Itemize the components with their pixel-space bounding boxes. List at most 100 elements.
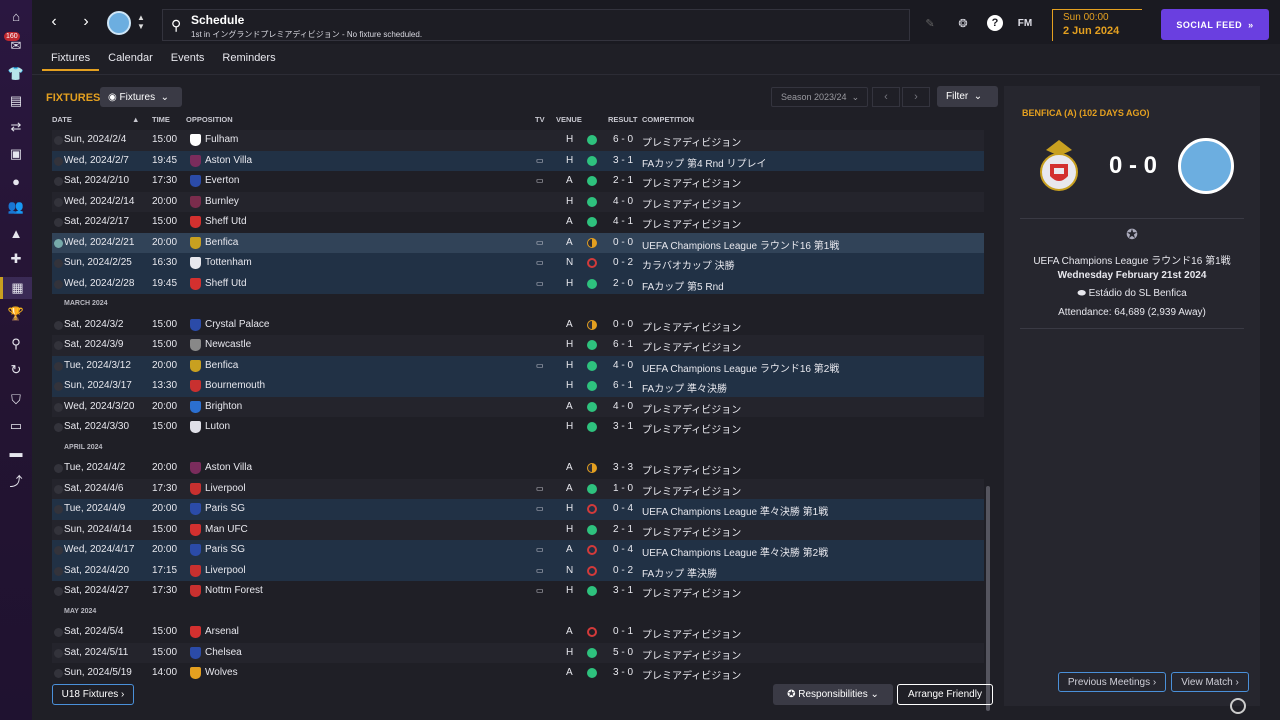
table-row[interactable]: Sat, 2024/5/11 15:00 Chelsea H 5 - 0 プレミアディビジ…: [52, 642, 984, 663]
club-badge-icon[interactable]: [107, 11, 131, 35]
row-select-dot[interactable]: [54, 423, 63, 432]
fixture-opposition[interactable]: Newcastle: [205, 339, 251, 350]
arrange-friendly-button[interactable]: Arrange Friendly: [897, 684, 993, 705]
row-select-dot[interactable]: [54, 628, 63, 637]
fixture-opposition[interactable]: Luton: [205, 421, 230, 432]
fixture-opposition[interactable]: Sheff Utd: [205, 278, 247, 289]
table-row[interactable]: Sat, 2024/4/6 17:30 Liverpool ▭ A 1 - 0 プレミアディ…: [52, 478, 984, 499]
table-row[interactable]: Wed, 2024/2/14 20:00 Burnley H 4 - 0 プレミアディビジ…: [52, 191, 984, 212]
col-venue[interactable]: VENUE: [556, 115, 582, 124]
u18-fixtures-button[interactable]: U18 Fixtures ›: [52, 684, 134, 705]
medical-icon[interactable]: ✚: [6, 249, 26, 269]
col-result[interactable]: RESULT: [608, 115, 637, 124]
game-date[interactable]: Sun 00:00 2 Jun 2024: [1052, 9, 1142, 41]
row-select-dot[interactable]: [54, 197, 63, 207]
schedule-icon[interactable]: ▦: [0, 277, 32, 299]
award-icon[interactable]: ❂: [955, 15, 971, 31]
fixture-opposition[interactable]: Arsenal: [205, 626, 239, 637]
status-ring-icon[interactable]: [1230, 698, 1246, 714]
fixture-opposition[interactable]: Fulham: [205, 134, 238, 145]
fixture-opposition[interactable]: Liverpool: [205, 483, 246, 494]
row-select-dot[interactable]: [54, 361, 63, 371]
table-row[interactable]: Sat, 2024/2/10 17:30 Everton ▭ A 2 - 1 プレミアディビ…: [52, 171, 984, 192]
table-row[interactable]: Sat, 2024/4/27 17:30 Nottm Forest ▭ H 3 - 1 プレ…: [52, 581, 984, 602]
table-row[interactable]: Sun, 2024/2/25 16:30 Tottenham ▭ N 0 - 2 カラバオカ…: [52, 253, 984, 274]
col-time[interactable]: TIME: [152, 115, 170, 124]
row-select-dot[interactable]: [54, 279, 63, 289]
fixture-opposition[interactable]: Benfica: [205, 360, 238, 371]
trophy-icon[interactable]: 🏆: [6, 304, 26, 324]
table-row[interactable]: Sat, 2024/5/4 15:00 Arsenal A 0 - 1 プレミアディビジョ…: [52, 622, 984, 643]
previous-meetings-button[interactable]: Previous Meetings ›: [1058, 672, 1166, 692]
training-icon[interactable]: ▲: [6, 223, 26, 243]
fixture-opposition[interactable]: Tottenham: [205, 257, 252, 268]
fixture-opposition[interactable]: Wolves: [205, 667, 238, 678]
table-row[interactable]: Sat, 2024/4/20 17:15 Liverpool ▭ N 0 - 2 FAカップ…: [52, 560, 984, 581]
row-select-dot[interactable]: [54, 136, 63, 145]
row-select-dot[interactable]: [54, 238, 63, 248]
tab-reminders[interactable]: Reminders: [213, 48, 284, 71]
fixture-opposition[interactable]: Paris SG: [205, 503, 245, 514]
finance-icon[interactable]: ▭: [6, 416, 26, 436]
help-icon[interactable]: ?: [987, 15, 1003, 31]
row-select-dot[interactable]: [54, 402, 63, 412]
fm-logo[interactable]: FM: [1017, 15, 1033, 31]
row-select-dot[interactable]: [54, 546, 63, 555]
fixture-opposition[interactable]: Crystal Palace: [205, 319, 269, 330]
refresh-icon[interactable]: ↻: [6, 360, 26, 380]
sort-arrow-icon[interactable]: ▲: [132, 115, 139, 124]
row-select-dot[interactable]: [54, 566, 63, 576]
row-select-dot[interactable]: [54, 587, 63, 596]
table-row[interactable]: Sat, 2024/3/30 15:00 Luton H 3 - 1 プレミアディビジョン: [52, 417, 984, 438]
table-row[interactable]: Sun, 2024/3/17 13:30 Bournemouth H 6 - 1 FAカッ…: [52, 376, 984, 397]
fixture-opposition[interactable]: Nottm Forest: [205, 585, 263, 596]
table-row[interactable]: Wed, 2024/2/7 19:45 Aston Villa ▭ H 3 - 1 FAカッ…: [52, 150, 984, 171]
table-row[interactable]: Sat, 2024/3/9 15:00 Newcastle H 6 - 1 プレミアディビ…: [52, 335, 984, 356]
fixture-opposition[interactable]: Sheff Utd: [205, 216, 247, 227]
col-date[interactable]: DATE: [52, 115, 72, 124]
view-match-button[interactable]: View Match ›: [1171, 672, 1249, 692]
table-row[interactable]: Wed, 2024/4/17 20:00 Paris SG ▭ A 0 - 4 UEFA C…: [52, 540, 984, 561]
row-select-dot[interactable]: [54, 464, 63, 473]
col-tv[interactable]: TV: [535, 115, 545, 124]
row-select-dot[interactable]: [54, 341, 63, 350]
transfer-icon[interactable]: ⇄: [6, 117, 26, 137]
edit-icon[interactable]: ✎: [922, 15, 938, 31]
row-select-dot[interactable]: [54, 484, 63, 494]
table-row[interactable]: Sat, 2024/2/17 15:00 Sheff Utd A 4 - 1 プレミアディ…: [52, 212, 984, 233]
table-row[interactable]: Wed, 2024/2/21 20:00 Benfica ▭ A 0 - 0 UEFA Ch…: [52, 232, 984, 253]
fixture-opposition[interactable]: Paris SG: [205, 544, 245, 555]
col-opposition[interactable]: OPPOSITION: [186, 115, 233, 124]
scrollbar[interactable]: [986, 486, 990, 711]
filter-button[interactable]: Filter ⌄: [937, 86, 998, 107]
forward-button[interactable]: ›: [76, 12, 96, 32]
fixture-opposition[interactable]: Brighton: [205, 401, 242, 412]
fixture-opposition[interactable]: Chelsea: [205, 647, 242, 658]
back-button[interactable]: ‹: [44, 12, 64, 32]
next-page-button[interactable]: ›: [902, 87, 930, 107]
ball-icon[interactable]: ●: [6, 171, 26, 191]
squad-icon[interactable]: 👥: [6, 197, 26, 217]
row-select-dot[interactable]: [54, 382, 63, 391]
row-select-dot[interactable]: [54, 648, 63, 658]
table-row[interactable]: Tue, 2024/4/9 20:00 Paris SG ▭ H 0 - 4 UEFA Ch…: [52, 499, 984, 520]
social-feed-button[interactable]: SOCIAL FEED »: [1161, 9, 1269, 40]
fixture-opposition[interactable]: Aston Villa: [205, 155, 252, 166]
table-row[interactable]: Sun, 2024/2/4 15:00 Fulham H 6 - 0 プレミアディビジョン: [52, 130, 984, 151]
report-icon[interactable]: ▤: [6, 91, 26, 111]
row-select-dot[interactable]: [54, 525, 63, 535]
fixture-opposition[interactable]: Burnley: [205, 196, 239, 207]
fixture-opposition[interactable]: Man UFC: [205, 524, 248, 535]
table-row[interactable]: Wed, 2024/3/20 20:00 Brighton A 4 - 0 プレミアディビ…: [52, 396, 984, 417]
table-row[interactable]: Sat, 2024/3/2 15:00 Crystal Palace A 0 - 0 プレ…: [52, 315, 984, 336]
fixtures-dropdown[interactable]: ◉ Fixtures ⌄: [100, 87, 182, 107]
club-icon[interactable]: ⛉: [6, 390, 26, 410]
table-row[interactable]: Tue, 2024/3/12 20:00 Benfica ▭ H 4 - 0 UEFA Ch…: [52, 355, 984, 376]
search-icon[interactable]: ⚲: [171, 17, 181, 34]
fixture-opposition[interactable]: Liverpool: [205, 565, 246, 576]
table-row[interactable]: Sun, 2024/4/14 15:00 Man UFC H 2 - 1 プレミアディビジ…: [52, 519, 984, 540]
row-select-dot[interactable]: [54, 177, 63, 186]
col-competition[interactable]: COMPETITION: [642, 115, 694, 124]
tactics-icon[interactable]: ▣: [6, 144, 26, 164]
inbox-icon[interactable]: ✉: [6, 36, 26, 56]
